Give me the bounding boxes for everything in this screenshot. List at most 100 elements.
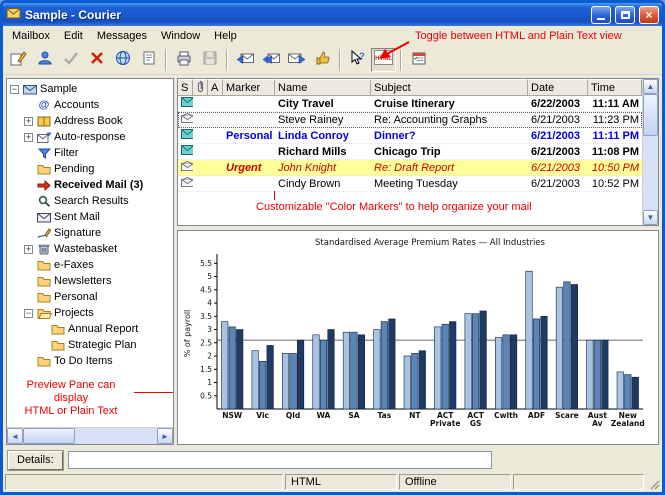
message-time: 11:08 PM: [588, 144, 642, 159]
check-button[interactable]: [58, 48, 83, 72]
toolbar: ?HTML: [3, 46, 662, 75]
stationery-button[interactable]: [110, 48, 135, 72]
expand-icon[interactable]: +: [24, 117, 33, 126]
column-name[interactable]: Name: [275, 79, 371, 96]
sidebar-item-received-mail-3[interactable]: Received Mail (3): [7, 177, 173, 193]
close-button[interactable]: ×: [639, 6, 659, 24]
print-button[interactable]: [171, 48, 196, 72]
help-pointer-icon: ?: [350, 50, 366, 71]
delete-button[interactable]: [84, 48, 109, 72]
scrollbar-thumb[interactable]: [23, 428, 75, 444]
sidebar-item-pending[interactable]: Pending: [7, 161, 173, 177]
message-row-city-travel[interactable]: City TravelCruise Itinerary6/22/200311:1…: [178, 96, 642, 112]
message-list-scrollbar[interactable]: ▲ ▼: [642, 79, 658, 225]
scroll-right-icon[interactable]: ►: [157, 428, 173, 444]
sidebar-item-search-results[interactable]: Search Results: [7, 193, 173, 209]
message-status-cell: [178, 144, 193, 159]
sidebar-item-label: Signature: [52, 227, 103, 239]
message-list-header: S A Marker Name Subject Date Time: [178, 79, 642, 96]
svg-text:?: ?: [359, 51, 365, 61]
expand-icon[interactable]: +: [24, 133, 33, 142]
notes-button[interactable]: [136, 48, 161, 72]
reply-button[interactable]: [232, 48, 257, 72]
message-row-steve-rainey[interactable]: Steve RaineyRe: Accounting Graphs6/21/20…: [178, 112, 642, 128]
svg-text:Av: Av: [592, 419, 603, 428]
svg-text:NT: NT: [409, 411, 421, 420]
menu-item-messages[interactable]: Messages: [90, 28, 154, 44]
svg-text:Qld: Qld: [286, 411, 300, 420]
status-extra-cell: [513, 474, 644, 490]
column-subject[interactable]: Subject: [371, 79, 528, 96]
sidebar-item-label: Filter: [52, 147, 80, 159]
sidebar-item-label: Accounts: [52, 99, 101, 111]
print-icon: [176, 50, 192, 71]
message-row-richard-mills[interactable]: Richard MillsChicago Trip6/21/200311:08 …: [178, 144, 642, 160]
scrollbar-thumb[interactable]: [643, 94, 658, 136]
sidebar-item-strategic-plan[interactable]: Strategic Plan: [7, 337, 173, 353]
context-help-button[interactable]: ?: [345, 48, 370, 72]
column-date[interactable]: Date: [528, 79, 588, 96]
collapse-icon[interactable]: −: [10, 85, 19, 94]
sidebar-item-personal[interactable]: Personal: [7, 289, 173, 305]
sidebar-item-signature[interactable]: Signature: [7, 225, 173, 241]
column-status[interactable]: S: [178, 79, 193, 96]
scroll-left-icon[interactable]: ◄: [7, 428, 23, 444]
sidebar-item-sample[interactable]: −Sample: [7, 81, 173, 97]
column-attachment[interactable]: [193, 79, 208, 96]
menu-item-help[interactable]: Help: [207, 28, 244, 44]
sidebar-item-newsletters[interactable]: Newsletters: [7, 273, 173, 289]
message-status-cell: [178, 128, 193, 143]
details-button[interactable]: Details:: [8, 451, 63, 470]
menu-item-edit[interactable]: Edit: [57, 28, 90, 44]
message-row-linda-conroy[interactable]: PersonalLinda ConroyDinner?6/21/200311:1…: [178, 128, 642, 144]
book-icon: [36, 116, 52, 127]
compose-button[interactable]: [6, 48, 31, 72]
envelope-closed-icon: [181, 129, 193, 142]
sidebar-item-label: Sent Mail: [52, 211, 102, 223]
column-answered[interactable]: A: [208, 79, 223, 96]
sidebar-item-e-faxes[interactable]: e-Faxes: [7, 257, 173, 273]
sidebar-item-auto-response[interactable]: +Auto-response: [7, 129, 173, 145]
toolbar-separator: [339, 49, 341, 71]
message-row-john-knight[interactable]: UrgentJohn KnightRe: Draft Report6/21/20…: [178, 160, 642, 176]
save-button[interactable]: [197, 48, 222, 72]
message-marker: [223, 112, 275, 127]
menu-item-mailbox[interactable]: Mailbox: [5, 28, 57, 44]
contacts-button[interactable]: [32, 48, 57, 72]
sidebar-item-to-do-items[interactable]: To Do Items: [7, 353, 173, 369]
scroll-up-icon[interactable]: ▲: [643, 79, 658, 94]
search-icon: [36, 195, 52, 207]
column-time[interactable]: Time: [588, 79, 642, 96]
expand-icon[interactable]: +: [24, 245, 33, 254]
message-date: 6/21/2003: [528, 144, 588, 159]
forward-button[interactable]: [284, 48, 309, 72]
menu-item-window[interactable]: Window: [154, 28, 207, 44]
sidebar-horizontal-scrollbar[interactable]: ◄ ►: [7, 427, 173, 444]
resize-grip[interactable]: [646, 474, 660, 490]
approve-button[interactable]: [310, 48, 335, 72]
message-attachment-cell: [193, 176, 208, 191]
sidebar-item-accounts[interactable]: @Accounts: [7, 97, 173, 113]
collapse-icon[interactable]: −: [24, 309, 33, 318]
message-row-cindy-brown[interactable]: Cindy BrownMeeting Tuesday6/21/200310:52…: [178, 176, 642, 192]
sidebar-item-annual-report[interactable]: Annual Report: [7, 321, 173, 337]
column-marker[interactable]: Marker: [223, 79, 275, 96]
sidebar-item-sent-mail[interactable]: Sent Mail: [7, 209, 173, 225]
details-input[interactable]: [68, 451, 492, 469]
sidebar-item-filter[interactable]: Filter: [7, 145, 173, 161]
thumbs-up-icon: [315, 50, 331, 71]
contact-icon: [37, 50, 53, 71]
message-marker: Urgent: [223, 160, 275, 175]
sidebar-item-projects[interactable]: −Projects: [7, 305, 173, 321]
reply-all-button[interactable]: [258, 48, 283, 72]
scroll-down-icon[interactable]: ▼: [643, 210, 658, 225]
minimize-button[interactable]: [591, 6, 611, 24]
sidebar-item-address-book[interactable]: +Address Book: [7, 113, 173, 129]
message-subject: Re: Draft Report: [371, 160, 528, 175]
maximize-button[interactable]: [615, 6, 635, 24]
message-marker: [223, 144, 275, 159]
svg-text:3: 3: [207, 325, 212, 334]
message-subject: Dinner?: [371, 128, 528, 143]
svg-text:WA: WA: [317, 411, 331, 420]
sidebar-item-wastebasket[interactable]: +Wastebasket: [7, 241, 173, 257]
